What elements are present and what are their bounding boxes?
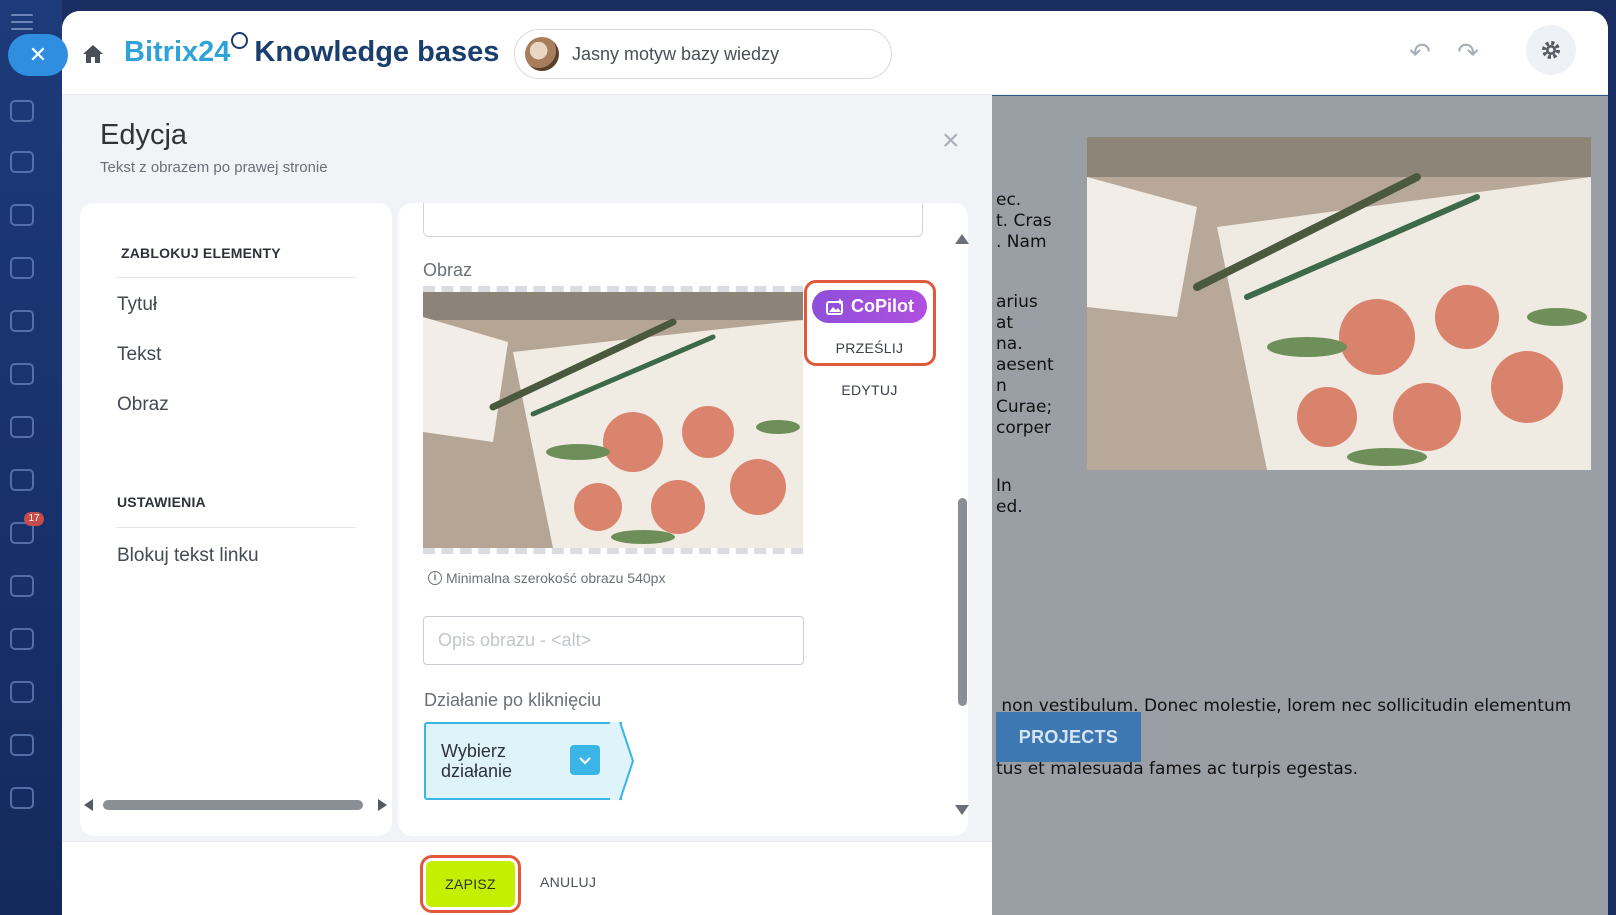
nav-item-text[interactable]: Tekst <box>117 344 161 366</box>
preview-line: at <box>996 313 1014 333</box>
previous-field[interactable] <box>423 203 923 237</box>
sidebar-chat-icon[interactable] <box>10 257 34 279</box>
sidebar-contacts-icon[interactable] <box>10 575 34 597</box>
edit-image-button[interactable]: EDYTUJ <box>812 382 927 398</box>
preview-line: n <box>996 376 1007 396</box>
nav-item-lock-link-text[interactable]: Blokuj tekst linku <box>117 545 259 567</box>
preview-line: arius <box>996 292 1038 312</box>
preview-line: aesent <box>996 355 1054 375</box>
settings-heading: USTAWIENIA <box>117 494 206 510</box>
logo-brand: Bitrix24 <box>124 36 231 68</box>
left-sidebar <box>0 0 62 915</box>
editor-subtitle: Tekst z obrazem po prawej stronie <box>100 159 328 176</box>
hint-text: Minimalna szerokość obrazu 540px <box>446 570 666 586</box>
sidebar-docs-icon[interactable] <box>10 416 34 438</box>
close-slider-button[interactable]: ✕ <box>8 34 68 76</box>
divider <box>116 527 356 528</box>
preview-projects-button[interactable]: PROJECTS <box>996 712 1141 762</box>
redo-icon[interactable]: ↷ <box>1454 38 1482 66</box>
copilot-image-icon <box>826 297 844 315</box>
cancel-button[interactable]: ANULUJ <box>540 874 596 890</box>
sidebar-goals-icon[interactable] <box>10 734 34 756</box>
select-text: Wybierz działanie <box>441 741 512 781</box>
select-text-line: działanie <box>441 761 513 781</box>
copilot-button[interactable]: CoPilot <box>812 290 927 323</box>
divider <box>116 277 356 278</box>
image-field-label: Obraz <box>423 260 473 280</box>
image-upload-preview[interactable] <box>423 286 803 554</box>
image-alt-input[interactable] <box>423 616 804 665</box>
click-action-label: Działanie po kliknięciu <box>424 690 602 710</box>
nav-item-title[interactable]: Tytuł <box>117 294 157 316</box>
upload-button[interactable]: PRZEŚLIJ <box>812 340 927 356</box>
click-action-select[interactable]: Wybierz działanie <box>424 721 634 801</box>
logo-clock-icon <box>231 32 249 49</box>
preview-text-c: In ed. <box>996 476 1023 518</box>
gear-icon <box>1542 41 1560 59</box>
preview-text-a: ec. t. Cras . Nam <box>996 190 1052 253</box>
nav-item-image[interactable]: Obraz <box>117 394 169 416</box>
sidebar-feed-icon[interactable] <box>10 100 34 122</box>
horizontal-scrollbar[interactable] <box>84 798 388 812</box>
settings-button[interactable] <box>1526 25 1576 75</box>
mail-count-badge: 17 <box>24 512 44 526</box>
scroll-thumb[interactable] <box>103 800 363 810</box>
menu-icon[interactable] <box>11 14 33 35</box>
sidebar-funnel-icon[interactable] <box>10 787 34 809</box>
scroll-right-arrow[interactable] <box>378 799 387 811</box>
scroll-left-arrow[interactable] <box>84 799 93 811</box>
preview-text-b: arius at na. aesent n Curae; corper <box>996 292 1054 439</box>
home-icon[interactable] <box>82 44 104 64</box>
sidebar-drive-icon[interactable] <box>10 363 34 385</box>
scroll-down-arrow[interactable] <box>955 805 969 815</box>
sidebar-crm-icon[interactable] <box>10 628 34 650</box>
preview-line: Curae; <box>996 397 1053 417</box>
preview-line: ec. <box>996 190 1022 210</box>
select-text-line: Wybierz <box>441 741 506 761</box>
editor-footer <box>62 841 992 915</box>
preview-line: . Nam <box>996 232 1047 252</box>
sidebar-calendar-icon[interactable] <box>10 310 34 332</box>
vertical-scroll-thumb[interactable] <box>958 498 967 706</box>
preview-line: corper <box>996 418 1051 438</box>
sidebar-boards-icon[interactable] <box>10 469 34 491</box>
preview-line: na. <box>996 334 1023 354</box>
preview-image <box>1087 137 1591 470</box>
chevron-down-icon <box>570 745 600 775</box>
save-button[interactable]: ZAPISZ <box>426 861 515 907</box>
theme-selector[interactable]: Jasny motyw bazy wiedzy <box>514 29 892 79</box>
select-arrow-tip <box>610 721 634 801</box>
sidebar-news-icon[interactable] <box>10 151 34 173</box>
sidebar-knowledge-icon[interactable] <box>10 681 34 703</box>
copilot-label: CoPilot <box>851 296 914 316</box>
editor-title: Edycja <box>100 119 188 151</box>
app-logo: Bitrix24 Knowledge bases <box>124 32 500 69</box>
preview-line: ed. <box>996 497 1023 517</box>
preview-line: t. Cras <box>996 211 1052 231</box>
info-icon: i <box>428 571 442 585</box>
scroll-up-arrow[interactable] <box>955 234 969 244</box>
preview-line: tus et malesuada fames ac turpis egestas… <box>996 759 1359 779</box>
preview-line: In <box>996 476 1012 496</box>
theme-thumbnail <box>525 37 559 71</box>
undo-icon[interactable]: ↶ <box>1406 38 1434 66</box>
theme-name: Jasny motyw bazy wiedzy <box>572 43 780 64</box>
image-hint: i Minimalna szerokość obrazu 540px <box>428 570 665 586</box>
logo-title: Knowledge bases <box>254 36 500 68</box>
close-icon[interactable]: × <box>942 126 960 156</box>
sidebar-tasks-icon[interactable] <box>10 204 34 226</box>
lock-elements-heading: ZABLOKUJ ELEMENTY <box>121 245 281 261</box>
